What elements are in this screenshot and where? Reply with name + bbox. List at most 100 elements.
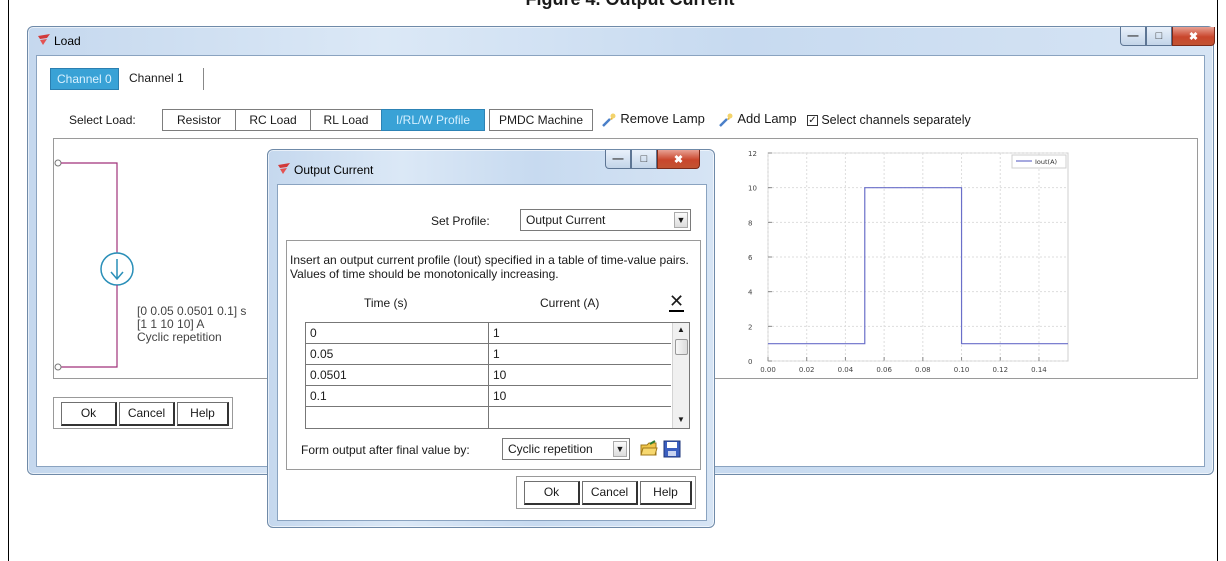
- form-output-label: Form output after final value by:: [301, 443, 470, 457]
- set-profile-value: Output Current: [526, 213, 606, 227]
- lamp-icon: [602, 113, 616, 127]
- checkbox-checked-icon: ✓: [807, 115, 818, 127]
- current-cell[interactable]: 1: [489, 323, 671, 344]
- y-tick-label: 4: [748, 289, 753, 297]
- minimize-icon: —: [1127, 30, 1139, 42]
- terminal-top: [54, 159, 62, 167]
- y-tick-label: 2: [748, 323, 752, 331]
- time-cell[interactable]: 0: [306, 323, 488, 344]
- time-cell[interactable]: 0.05: [306, 344, 488, 365]
- open-folder-icon[interactable]: [640, 440, 658, 458]
- x-tick-label: 0.08: [915, 366, 931, 374]
- help-button[interactable]: Help: [177, 402, 229, 426]
- dialog-cancel-button[interactable]: Cancel: [582, 481, 638, 505]
- minimize-button[interactable]: —: [1120, 27, 1146, 46]
- set-profile-label: Set Profile:: [431, 214, 490, 228]
- current-cell[interactable]: 1: [489, 344, 671, 365]
- app-logo-icon: [38, 34, 50, 45]
- x-tick-label: 0.06: [876, 366, 892, 374]
- column-divider: [488, 323, 489, 428]
- rc-load-button[interactable]: RC Load: [235, 109, 311, 131]
- lamp-icon: [719, 113, 733, 127]
- x-tick-label: 0.02: [799, 366, 815, 374]
- output-current-chart: 0.00 0.02 0.04 0.06 0.08 0.10 0.12 0.14 0 2 4 6 8 10 1…: [748, 150, 1069, 374]
- select-channels-checkbox[interactable]: ✓ Select channels separately: [807, 113, 971, 127]
- add-lamp-label: Add Lamp: [737, 111, 797, 126]
- save-icon[interactable]: [663, 440, 681, 458]
- ok-button[interactable]: Ok: [61, 402, 117, 426]
- select-channels-label: Select channels separately: [821, 113, 971, 127]
- remove-lamp-label: Remove Lamp: [620, 111, 705, 126]
- y-tick-label: 12: [748, 150, 757, 158]
- resistor-button[interactable]: Resistor: [162, 109, 236, 131]
- x-tick-label: 0.10: [954, 366, 970, 374]
- y-tick-label: 0: [748, 358, 752, 366]
- tab-channel-1[interactable]: Channel 1: [123, 68, 190, 90]
- figure-caption: Figure 4. Output Current: [430, 0, 830, 10]
- x-tick-label: 0.00: [760, 366, 776, 374]
- scroll-down-icon[interactable]: ▼: [677, 415, 685, 424]
- dialog-maximize-button[interactable]: □: [631, 150, 657, 169]
- add-lamp-button[interactable]: Add Lamp: [718, 111, 797, 129]
- time-cell[interactable]: 0.1: [306, 386, 488, 407]
- form-output-dropdown[interactable]: Cyclic repetition ▼: [502, 438, 630, 460]
- dialog-window-controls: — □ ✖: [605, 150, 700, 169]
- figure-frame-right: [1217, 0, 1218, 561]
- table-scrollbar[interactable]: ▲ ▼: [672, 323, 689, 428]
- minimize-icon: —: [612, 153, 624, 165]
- form-output-value: Cyclic repetition: [508, 442, 593, 456]
- select-load-label: Select Load:: [69, 113, 136, 127]
- current-cell[interactable]: [489, 407, 671, 428]
- set-profile-dropdown[interactable]: Output Current ▼: [520, 209, 691, 231]
- pmdc-machine-button[interactable]: PMDC Machine: [489, 109, 593, 131]
- output-current-dialog: Output Current — □ ✖ Set Profile: Output…: [267, 149, 715, 528]
- profile-description: Insert an output current profile (Iout) …: [290, 253, 689, 281]
- window-controls: — □ ✖: [1120, 27, 1215, 46]
- irlw-profile-button[interactable]: I/RL/W Profile: [381, 109, 485, 131]
- load-window-title: Load: [54, 34, 81, 48]
- close-button[interactable]: ✖: [1172, 27, 1215, 46]
- x-tick-label: 0.04: [838, 366, 854, 374]
- tab-separator: [203, 68, 204, 90]
- wire-bottom: [61, 285, 118, 368]
- time-cell[interactable]: [306, 407, 488, 428]
- dropdown-arrow-icon: ▼: [674, 212, 688, 228]
- remove-lamp-button[interactable]: Remove Lamp: [601, 111, 705, 129]
- legend-label: Iout(A): [1035, 158, 1057, 166]
- tab-channel-0[interactable]: Channel 0: [50, 68, 119, 90]
- figure-frame-left: [8, 0, 9, 561]
- time-cell[interactable]: 0.0501: [306, 365, 488, 386]
- dialog-help-button[interactable]: Help: [640, 481, 692, 505]
- dialog-title: Output Current: [294, 163, 374, 177]
- profile-times-text: [0 0.05 0.0501 0.1] s: [137, 304, 247, 318]
- clear-table-icon[interactable]: ✕: [669, 292, 685, 312]
- dialog-close-button[interactable]: ✖: [657, 150, 700, 169]
- y-tick-label: 10: [748, 185, 757, 193]
- close-icon: ✖: [1188, 30, 1199, 43]
- dialog-minimize-button[interactable]: —: [605, 150, 631, 169]
- y-tick-label: 8: [748, 219, 752, 227]
- cancel-button[interactable]: Cancel: [119, 402, 175, 426]
- profile-table: 0 1 0.05 1 0.0501 10 0.1 10 ▲ ▼: [305, 322, 690, 429]
- x-tick-label: 0.12: [992, 366, 1008, 374]
- time-column-header: Time (s): [364, 296, 408, 310]
- scroll-up-icon[interactable]: ▲: [677, 325, 685, 334]
- close-icon: ✖: [673, 153, 684, 166]
- app-logo-icon: [278, 163, 290, 174]
- current-column-header: Current (A): [540, 296, 600, 310]
- y-tick-label: 6: [748, 254, 753, 262]
- maximize-button[interactable]: □: [1146, 27, 1172, 46]
- wire-top: [61, 162, 118, 265]
- maximize-icon: □: [1155, 30, 1163, 42]
- terminal-bottom: [54, 363, 62, 371]
- profile-mode-text: Cyclic repetition: [137, 330, 222, 344]
- current-cell[interactable]: 10: [489, 386, 671, 407]
- dialog-client: Set Profile: Output Current ▼ Insert an …: [277, 184, 707, 521]
- maximize-icon: □: [640, 153, 648, 165]
- dropdown-arrow-icon: ▼: [613, 441, 627, 457]
- x-tick-label: 0.14: [1031, 366, 1047, 374]
- dialog-ok-button[interactable]: Ok: [524, 481, 580, 505]
- current-cell[interactable]: 10: [489, 365, 671, 386]
- rl-load-button[interactable]: RL Load: [310, 109, 382, 131]
- scrollbar-thumb[interactable]: [675, 339, 688, 355]
